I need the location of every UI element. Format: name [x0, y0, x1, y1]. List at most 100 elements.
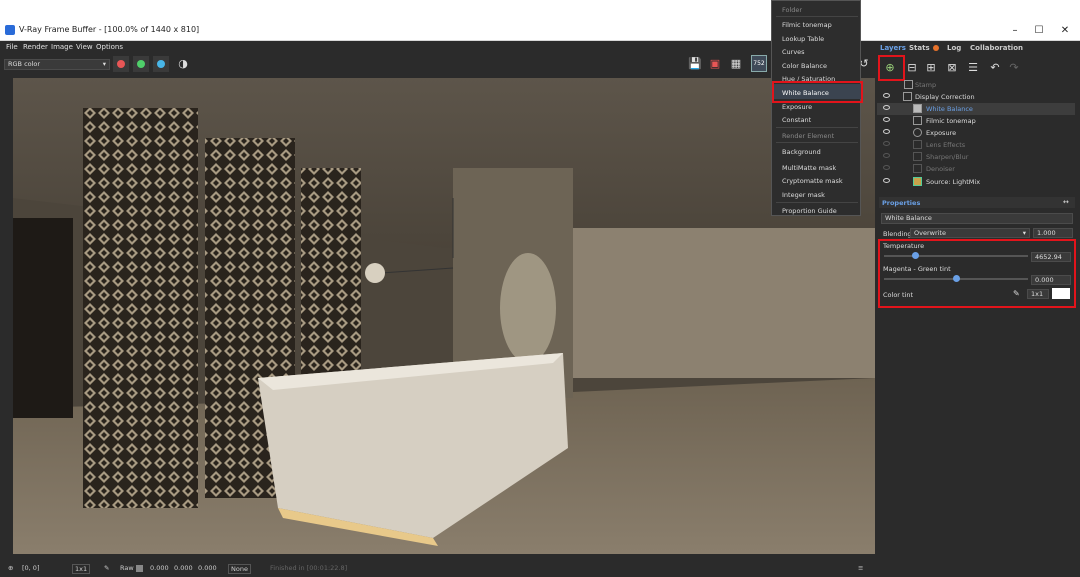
- tint-label: Magenta - Green tint: [883, 265, 951, 273]
- eye-icon: [883, 105, 890, 110]
- red-dot-icon: [117, 60, 125, 68]
- menu-item-cryptomatte[interactable]: Cryptomatte mask: [782, 177, 843, 185]
- toolbar: RGB color ▾ ◑ 💾 ▣ ▦ 752 ↺: [0, 53, 875, 75]
- save-layers-icon[interactable]: ⊟: [904, 60, 920, 76]
- panel-toggle-icon[interactable]: ≡: [858, 564, 863, 572]
- render-badge[interactable]: 752: [751, 55, 767, 72]
- layer-name-field[interactable]: White Balance: [881, 213, 1073, 224]
- menu-item-exposure[interactable]: Exposure: [782, 103, 812, 111]
- redo-icon[interactable]: ↷: [1006, 60, 1022, 76]
- tint-value-field[interactable]: 0.000: [1031, 275, 1071, 285]
- filmic-icon: [913, 116, 922, 125]
- clear-image-icon[interactable]: ▣: [707, 56, 723, 72]
- menu-item-proportion-guide[interactable]: Proportion Guide: [782, 207, 837, 215]
- layer-row[interactable]: Stamp: [877, 79, 1075, 91]
- save-icon[interactable]: 💾: [687, 56, 703, 72]
- red-channel-button[interactable]: [113, 56, 129, 72]
- eye-icon: [883, 178, 890, 183]
- color-mode-label: Raw: [120, 564, 134, 572]
- sharpen-icon: [913, 152, 922, 161]
- load-layers-icon[interactable]: ⊞: [923, 60, 939, 76]
- tint-slider[interactable]: [884, 275, 1028, 282]
- menu-item-multimatte[interactable]: MultiMatte mask: [782, 164, 836, 172]
- blending-label: Blending: [883, 230, 912, 238]
- lightmix-icon: [913, 177, 922, 186]
- region-render-icon[interactable]: ▦: [728, 56, 744, 72]
- cursor-icon: ⊕: [8, 564, 14, 572]
- menu-separator: [776, 127, 858, 128]
- layer-row[interactable]: Display Correction: [877, 91, 1075, 103]
- layer-row-selected[interactable]: White Balance: [877, 103, 1075, 115]
- layer-row[interactable]: Lens Effects: [877, 139, 1075, 151]
- menu-item-integer-mask[interactable]: Integer mask: [782, 191, 825, 199]
- green-dot-icon: [137, 60, 145, 68]
- lens-effects-icon: [913, 140, 922, 149]
- value-g: 0.000: [174, 564, 193, 572]
- list-icon[interactable]: ☰: [965, 60, 981, 76]
- menu-item-lookup[interactable]: Lookup Table: [782, 35, 824, 43]
- tab-stats[interactable]: Stats: [909, 44, 930, 52]
- title-bar: V-Ray Frame Buffer - [100.0% of 1440 x 8…: [0, 21, 1080, 41]
- color-tint-label: Color tint: [883, 291, 914, 299]
- expand-icon[interactable]: ↔: [1063, 198, 1069, 206]
- eye-icon: [883, 165, 890, 170]
- eyedropper-icon[interactable]: ✎: [1013, 289, 1020, 298]
- display-correction-icon: [903, 92, 912, 101]
- channel-select-value: RGB color: [8, 60, 41, 68]
- layer-row[interactable]: Sharpen/Blur: [877, 151, 1075, 163]
- menu-file[interactable]: File: [6, 43, 18, 51]
- temperature-slider[interactable]: [884, 252, 1028, 259]
- undo-icon[interactable]: ↶: [987, 60, 1003, 76]
- layer-row[interactable]: Filmic tonemap: [877, 115, 1075, 127]
- eyedropper-icon[interactable]: ✎: [104, 564, 109, 572]
- tint-slider-handle[interactable]: [952, 275, 960, 282]
- color-tint-mode-select[interactable]: 1x1: [1027, 289, 1049, 299]
- color-tint-swatch[interactable]: [1052, 288, 1070, 299]
- white-balance-icon: [913, 104, 922, 113]
- layer-row[interactable]: Source: LightMix: [877, 176, 1075, 188]
- green-channel-button[interactable]: [133, 56, 149, 72]
- temperature-value-field[interactable]: 4652.94: [1031, 252, 1071, 262]
- tab-log[interactable]: Log: [947, 44, 961, 52]
- menu-separator: [776, 142, 858, 143]
- menu-header-render-element: Render Element: [782, 132, 835, 140]
- eye-icon: [883, 117, 890, 122]
- tab-collaboration[interactable]: Collaboration: [970, 44, 1023, 52]
- tab-layers[interactable]: Layers: [880, 44, 906, 52]
- menu-item-filmic[interactable]: Filmic tonemap: [782, 21, 832, 29]
- menu-render[interactable]: Render: [23, 43, 48, 51]
- close-button[interactable]: ✕: [1051, 23, 1079, 38]
- menu-view[interactable]: View: [76, 43, 93, 51]
- menu-item-constant[interactable]: Constant: [782, 116, 811, 124]
- maximize-button[interactable]: ☐: [1025, 23, 1053, 38]
- zoom-select[interactable]: 1x1: [72, 564, 91, 574]
- warning-icon: [933, 45, 939, 51]
- add-layer-menu: Folder Filmic tonemap Lookup Table Curve…: [771, 0, 861, 216]
- menu-image[interactable]: Image: [51, 43, 73, 51]
- window-title: V-Ray Frame Buffer - [100.0% of 1440 x 8…: [19, 25, 200, 34]
- value-r: 0.000: [150, 564, 169, 572]
- cursor-coords: [0, 0]: [22, 564, 40, 572]
- mono-toggle-icon[interactable]: ◑: [175, 56, 191, 72]
- menu-item-background[interactable]: Background: [782, 148, 821, 156]
- layer-row[interactable]: Denoiser: [877, 163, 1075, 175]
- menu-header-folder: Folder: [782, 6, 803, 14]
- menu-options[interactable]: Options: [96, 43, 123, 51]
- menu-item-curves[interactable]: Curves: [782, 48, 805, 56]
- color-swatch: [136, 565, 143, 572]
- highlight-white-balance: [772, 81, 863, 103]
- exposure-icon: [913, 128, 922, 137]
- preset-icon[interactable]: ⊠: [944, 60, 960, 76]
- menu-bar: File Render Image View Options: [0, 41, 875, 53]
- layer-row[interactable]: Exposure: [877, 127, 1075, 139]
- blue-channel-button[interactable]: [153, 56, 169, 72]
- eye-icon: [883, 153, 890, 158]
- blending-select[interactable]: Overwrite ▾: [910, 228, 1030, 238]
- profile-select[interactable]: None: [228, 564, 251, 574]
- channel-select[interactable]: RGB color ▾: [4, 59, 110, 70]
- render-viewport[interactable]: [13, 78, 875, 554]
- render-image: [13, 78, 875, 554]
- menu-item-color-balance[interactable]: Color Balance: [782, 62, 827, 70]
- blending-value-field[interactable]: 1.000: [1033, 228, 1073, 238]
- chevron-down-icon: ▾: [102, 60, 106, 68]
